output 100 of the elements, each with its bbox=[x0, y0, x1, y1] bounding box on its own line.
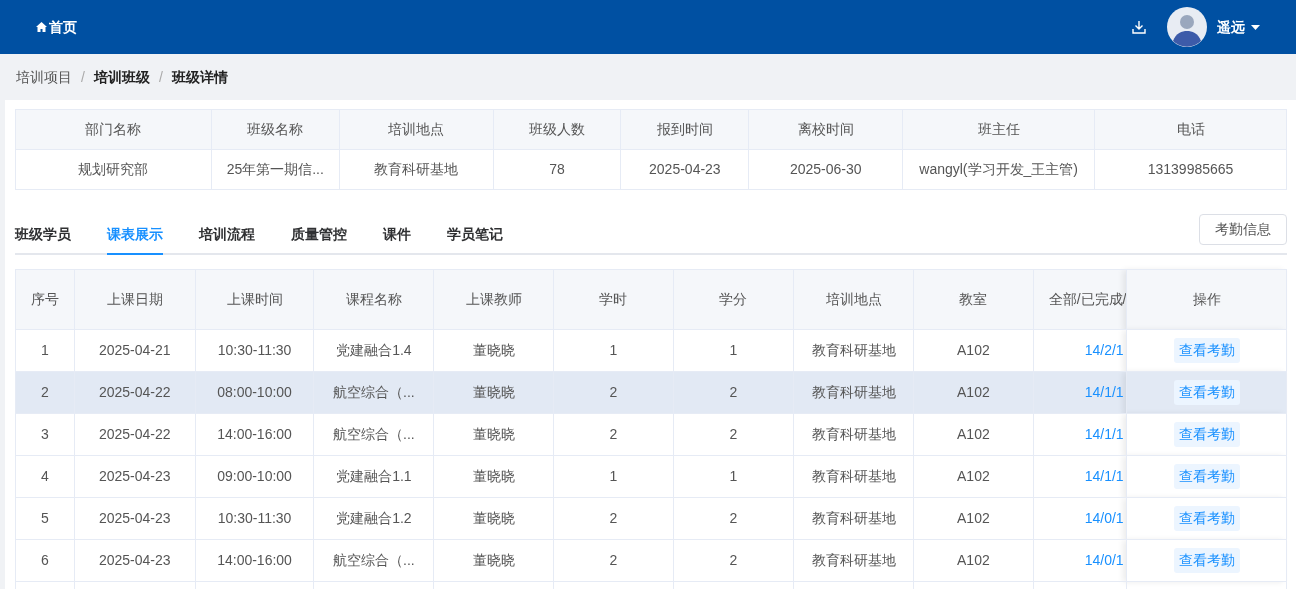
table-cell: 党建融合1.4 bbox=[336, 342, 412, 358]
column-header: 班级名称 bbox=[211, 109, 340, 150]
table-cell: A102 bbox=[957, 510, 990, 526]
column-header: 上课教师 bbox=[465, 291, 522, 307]
tab[interactable]: 质量管控 bbox=[291, 216, 347, 255]
table-cell: 董晓晓 bbox=[472, 384, 515, 400]
column-header: 部门名称 bbox=[15, 109, 212, 150]
table-cell: 董晓晓 bbox=[472, 468, 515, 484]
table-cell: 6 bbox=[41, 552, 49, 568]
table-cell: 2025-04-22 bbox=[98, 384, 171, 400]
view-attendance-button[interactable]: 查看考勤 bbox=[1173, 548, 1240, 573]
view-attendance-button[interactable]: 查看考勤 bbox=[1173, 422, 1240, 447]
table-cell: 1 bbox=[729, 342, 738, 358]
table-cell: 2025-04-21 bbox=[98, 342, 171, 358]
table-cell: 2 bbox=[609, 510, 618, 526]
home-link[interactable]: 首页 bbox=[36, 16, 77, 38]
table-cell: 1 bbox=[609, 468, 618, 484]
table-cell: 董晓晓 bbox=[472, 510, 515, 526]
column-header: 课程名称 bbox=[345, 291, 402, 307]
column-header: 学时 bbox=[599, 291, 628, 307]
table-cell: 教育科研基地 bbox=[339, 149, 494, 190]
table-cell: 2025-04-22 bbox=[98, 426, 171, 442]
table-cell: 教育科研基地 bbox=[811, 384, 896, 400]
download-icon[interactable] bbox=[1132, 20, 1146, 34]
table-cell: 董晓晓 bbox=[472, 426, 515, 442]
table-cell: 2 bbox=[41, 384, 49, 400]
column-header: 全部/已完成/ bbox=[1048, 290, 1126, 309]
table-cell: A102 bbox=[957, 468, 990, 484]
table-cell: A102 bbox=[957, 384, 990, 400]
table-cell: A102 bbox=[957, 342, 990, 358]
attendance-button[interactable]: 考勤信息 bbox=[1199, 214, 1287, 245]
table-cell: 09:00-10:00 bbox=[217, 468, 292, 484]
table-cell: 3 bbox=[41, 426, 49, 442]
table-cell: 2025-04-23 bbox=[98, 552, 171, 568]
table-cell: 78 bbox=[493, 149, 621, 190]
table-cell: 2025-06-30 bbox=[748, 149, 903, 190]
column-header: 离校时间 bbox=[748, 109, 903, 150]
column-header: 班主任 bbox=[902, 109, 1095, 150]
table-cell: 航空综合（... bbox=[333, 552, 415, 568]
table-cell: 规划研究部 bbox=[15, 149, 212, 190]
view-attendance-button[interactable]: 查看考勤 bbox=[1173, 338, 1240, 363]
table-cell: 2025-04-23 bbox=[620, 149, 749, 190]
column-header: 操作 bbox=[1127, 269, 1287, 330]
table-cell: 党建融合1.1 bbox=[336, 468, 412, 484]
table-cell: 航空综合（... bbox=[333, 426, 415, 442]
user-menu[interactable]: 遥远 bbox=[1217, 16, 1260, 38]
table-cell: 2 bbox=[609, 426, 618, 442]
column-header: 报到时间 bbox=[620, 109, 749, 150]
tab[interactable]: 课表展示 bbox=[107, 216, 163, 255]
caret-icon bbox=[1251, 24, 1260, 30]
view-attendance-button[interactable]: 查看考勤 bbox=[1173, 464, 1240, 489]
table-cell: 1 bbox=[609, 342, 618, 358]
tab[interactable]: 培训流程 bbox=[199, 216, 255, 255]
table-cell: 2 bbox=[729, 426, 738, 442]
table-cell: 教育科研基地 bbox=[811, 552, 896, 568]
table-cell: 1 bbox=[729, 468, 738, 484]
table-cell: 董晓晓 bbox=[472, 342, 515, 358]
tab[interactable]: 班级学员 bbox=[15, 216, 71, 255]
table-cell: 13139985665 bbox=[1094, 149, 1287, 190]
view-attendance-button[interactable]: 查看考勤 bbox=[1173, 506, 1240, 531]
table-cell: 教育科研基地 bbox=[811, 510, 896, 526]
table-cell: 2 bbox=[609, 384, 618, 400]
table-cell: 4 bbox=[41, 468, 49, 484]
column-header: 上课时间 bbox=[226, 291, 283, 307]
column-header: 培训地点 bbox=[825, 291, 882, 307]
home-icon bbox=[36, 22, 47, 32]
column-header: 序号 bbox=[30, 291, 59, 307]
table-cell: 教育科研基地 bbox=[811, 426, 896, 442]
tab[interactable]: 课件 bbox=[383, 216, 411, 255]
avatar-icon[interactable] bbox=[1167, 7, 1207, 47]
table-cell: 教育科研基地 bbox=[811, 468, 896, 484]
table-cell: 教育科研基地 bbox=[811, 342, 896, 358]
column-header: 电话 bbox=[1094, 109, 1287, 150]
table-cell: 2 bbox=[729, 510, 738, 526]
table-cell: 党建融合1.2 bbox=[336, 510, 412, 526]
table-cell: 25年第一期信... bbox=[211, 149, 340, 190]
view-attendance-button[interactable]: 查看考勤 bbox=[1173, 380, 1240, 405]
column-header: 培训地点 bbox=[339, 109, 494, 150]
table-cell: 1 bbox=[41, 342, 49, 358]
column-header: 学分 bbox=[719, 291, 748, 307]
breadcrumb-link[interactable]: 培训项目 bbox=[16, 66, 72, 88]
table-cell: 10:30-11:30 bbox=[217, 510, 292, 526]
tab[interactable]: 学员笔记 bbox=[447, 216, 503, 255]
breadcrumb-separator: / bbox=[158, 67, 163, 87]
table-cell: 2025-04-23 bbox=[98, 468, 171, 484]
table-cell: 5 bbox=[41, 510, 49, 526]
table-cell: 航空综合（... bbox=[333, 384, 415, 400]
table-cell: 08:00-10:00 bbox=[217, 384, 292, 400]
table-cell: 14:00-16:00 bbox=[217, 426, 292, 442]
column-header: 教室 bbox=[959, 291, 988, 307]
breadcrumb-link[interactable]: 培训班级 bbox=[93, 66, 150, 88]
breadcrumb-link[interactable]: 班级详情 bbox=[171, 66, 228, 88]
table-cell: 2 bbox=[729, 552, 738, 568]
table-cell: 2 bbox=[729, 384, 738, 400]
table-cell: 2 bbox=[609, 552, 618, 568]
table-cell: 14:00-16:00 bbox=[217, 552, 292, 568]
breadcrumb-separator: / bbox=[81, 67, 85, 87]
table-cell: A102 bbox=[957, 552, 990, 568]
column-header: 班级人数 bbox=[493, 109, 621, 150]
column-header: 上课日期 bbox=[106, 291, 163, 307]
